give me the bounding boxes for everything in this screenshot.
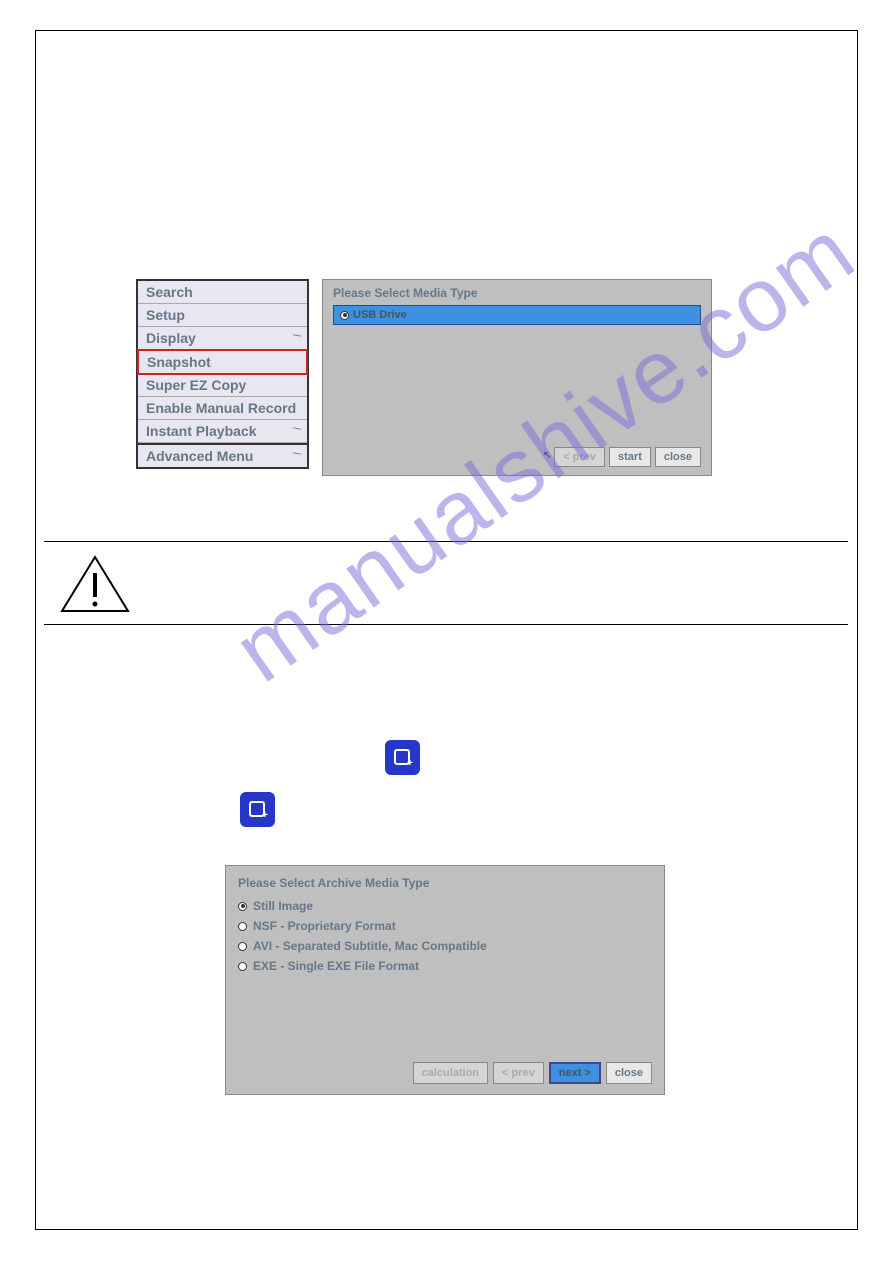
menu-item-enable-manual-record[interactable]: Enable Manual Record: [138, 397, 307, 420]
archive-media-dialog: Please Select Archive Media Type Still I…: [225, 865, 665, 1095]
menu-item-display[interactable]: Display: [138, 327, 307, 350]
menu-label: Snapshot: [147, 354, 211, 370]
next-button[interactable]: next >: [549, 1062, 601, 1084]
option-nsf[interactable]: NSF - Proprietary Format: [226, 916, 664, 936]
warning-icon: [60, 555, 130, 615]
menu-item-search[interactable]: Search: [138, 281, 307, 304]
prev-button[interactable]: < prev: [493, 1062, 544, 1084]
start-button[interactable]: start: [609, 447, 651, 467]
radio-icon: [238, 902, 247, 911]
menu-item-snapshot[interactable]: Snapshot: [137, 349, 308, 375]
menu-item-super-ez-copy[interactable]: Super EZ Copy: [138, 374, 307, 397]
option-still-image[interactable]: Still Image: [226, 896, 664, 916]
svg-text:+: +: [407, 758, 413, 768]
super-ez-copy-icon: +: [240, 792, 275, 827]
svg-text:+: +: [262, 810, 268, 820]
option-label: NSF - Proprietary Format: [253, 919, 396, 933]
menu-label: Instant Playback: [146, 423, 257, 439]
divider-line: [44, 624, 848, 625]
dialog-title: Please Select Archive Media Type: [226, 866, 664, 896]
media-type-dialog: Please Select Media Type USB Drive ↖ < p…: [322, 279, 712, 476]
menu-label: Advanced Menu: [146, 448, 253, 464]
calculation-button[interactable]: calculation: [413, 1062, 488, 1084]
option-label: EXE - Single EXE File Format: [253, 959, 419, 973]
media-option-usb-drive[interactable]: USB Drive: [333, 305, 701, 325]
prev-button[interactable]: < prev: [554, 447, 605, 467]
option-label: Still Image: [253, 899, 313, 913]
option-exe[interactable]: EXE - Single EXE File Format: [226, 956, 664, 976]
radio-icon: [340, 311, 349, 320]
menu-item-advanced-menu[interactable]: Advanced Menu: [138, 443, 307, 467]
option-avi[interactable]: AVI - Separated Subtitle, Mac Compatible: [226, 936, 664, 956]
menu-label: Display: [146, 330, 196, 346]
dialog-button-row: < prev start close: [554, 447, 701, 467]
radio-icon: [238, 942, 247, 951]
radio-icon: [238, 962, 247, 971]
submenu-arrow-icon: [293, 452, 301, 454]
radio-icon: [238, 922, 247, 931]
option-label: AVI - Separated Subtitle, Mac Compatible: [253, 939, 487, 953]
context-menu: Search Setup Display Snapshot Super EZ C…: [136, 279, 309, 469]
super-ez-copy-icon: +: [385, 740, 420, 775]
menu-item-instant-playback[interactable]: Instant Playback: [138, 420, 307, 443]
submenu-arrow-icon: [293, 427, 301, 429]
cursor-icon: ↖: [543, 450, 551, 461]
submenu-arrow-icon: [293, 334, 301, 336]
divider-line: [44, 541, 848, 542]
close-button[interactable]: close: [655, 447, 701, 467]
dialog-title: Please Select Media Type: [323, 280, 711, 303]
dialog-button-row: calculation < prev next > close: [413, 1062, 652, 1084]
menu-item-setup[interactable]: Setup: [138, 304, 307, 327]
option-label: USB Drive: [353, 309, 407, 321]
close-button[interactable]: close: [606, 1062, 652, 1084]
